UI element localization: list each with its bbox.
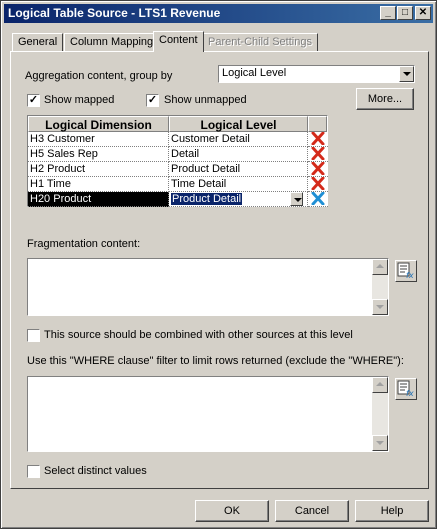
minimize-button[interactable]: _ [380,6,396,20]
row-1-level[interactable]: Customer Detail [169,132,308,147]
chevron-down-icon[interactable] [399,66,414,82]
header-action [308,116,327,132]
delete-x-icon[interactable] [308,131,328,147]
where-expression-builder-icon[interactable]: fx [395,378,417,400]
fragmentation-expression-builder-icon[interactable]: fx [395,260,417,282]
aggregation-select[interactable]: Logical Level [218,65,415,83]
delete-x-icon[interactable] [308,146,328,162]
aggregation-label: Aggregation content, group by [25,70,173,82]
combine-sources-label: This source should be combined with othe… [44,329,353,341]
more-button[interactable]: More... [356,88,414,110]
row-2-level[interactable]: Detail [169,147,308,162]
fragmentation-scrollbar[interactable] [372,259,388,315]
scroll-down-icon[interactable] [372,435,388,451]
select-distinct-label: Select distinct values [44,465,147,477]
tab-content[interactable]: Content [153,31,204,52]
row-3-dimension[interactable]: H2 Product [28,162,169,177]
row-1-dimension[interactable]: H3 Customer [28,132,169,147]
scroll-up-icon[interactable] [372,259,388,275]
chevron-down-icon[interactable] [290,192,303,206]
tab-parent-child-settings: Parent-Child Settings [202,33,318,51]
delete-x-icon[interactable] [308,176,328,192]
header-logical-level[interactable]: Logical Level [169,116,308,132]
show-mapped-label: Show mapped [44,94,115,106]
scroll-down-icon[interactable] [372,299,388,315]
aggregation-select-value: Logical Level [222,67,287,79]
show-mapped-checkbox[interactable]: ✓ [27,94,40,107]
where-clause-scrollbar[interactable] [372,377,388,451]
maximize-button[interactable]: □ [397,6,413,20]
title-bar: Logical Table Source - LTS1 Revenue _ □ … [4,4,433,23]
select-distinct-checkbox[interactable] [27,465,40,478]
svg-text:fx: fx [406,389,414,397]
delete-x-icon[interactable] [308,161,328,177]
delete-x-icon[interactable] [308,191,328,207]
header-logical-dimension[interactable]: Logical Dimension [28,116,169,132]
row-5-level-select[interactable]: Product Detail [169,192,308,207]
show-unmapped-label: Show unmapped [164,94,247,106]
row-2-dimension[interactable]: H5 Sales Rep [28,147,169,162]
show-unmapped-checkbox[interactable]: ✓ [146,94,159,107]
row-5-dimension[interactable]: H20 Product [28,192,169,207]
row-4-dimension[interactable]: H1 Time [28,177,169,192]
fragmentation-textarea[interactable] [27,258,389,316]
tab-column-mapping[interactable]: Column Mapping [64,33,160,51]
where-clause-label: Use this "WHERE clause" filter to limit … [27,355,404,367]
cancel-button[interactable]: Cancel [275,500,349,522]
fragmentation-label: Fragmentation content: [27,238,141,250]
dimension-level-grid: Logical Dimension Logical Level H3 Custo… [27,115,328,207]
scroll-up-icon[interactable] [372,377,388,393]
svg-text:fx: fx [406,271,414,279]
tab-general[interactable]: General [12,33,64,51]
window-title: Logical Table Source - LTS1 Revenue [8,6,221,20]
combine-sources-checkbox[interactable] [27,329,40,342]
ok-button[interactable]: OK [195,500,269,522]
row-5-level: Product Detail [171,193,243,205]
close-button[interactable]: ✕ [415,6,431,20]
dialog-window: Logical Table Source - LTS1 Revenue _ □ … [0,0,437,529]
where-clause-textarea[interactable] [27,376,389,452]
row-4-level[interactable]: Time Detail [169,177,308,192]
content-panel: Aggregation content, group by Logical Le… [10,51,429,489]
help-button[interactable]: Help [355,500,429,522]
row-3-level[interactable]: Product Detail [169,162,308,177]
